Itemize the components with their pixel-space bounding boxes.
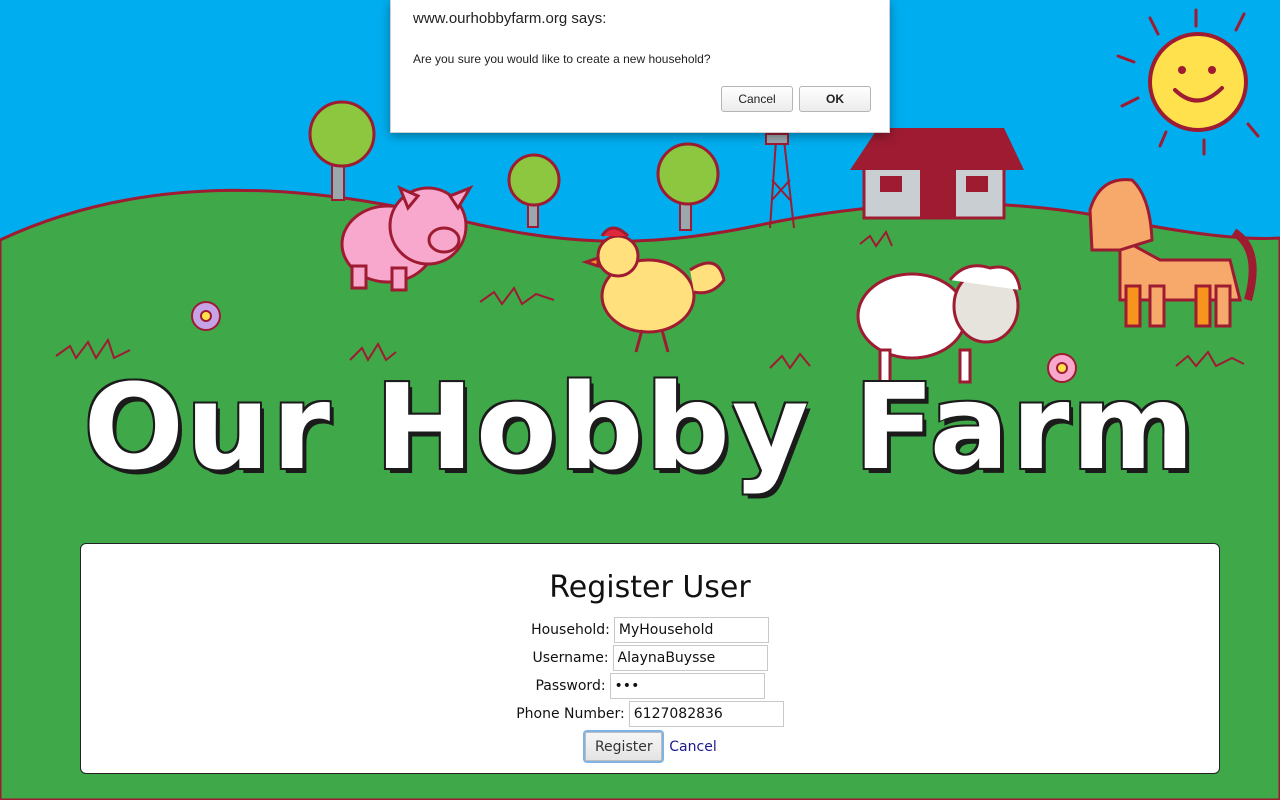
phone-row: Phone Number:: [81, 701, 1219, 727]
phone-input[interactable]: [628, 701, 784, 727]
household-row: Household:: [81, 617, 1219, 643]
username-label: Username:: [532, 650, 609, 666]
dialog-message: Are you sure you would like to create a …: [413, 52, 711, 66]
register-panel: Register User Household: Username: Passw…: [80, 543, 1220, 774]
username-input[interactable]: [612, 645, 768, 671]
phone-label: Phone Number:: [516, 706, 625, 722]
household-input[interactable]: [613, 617, 769, 643]
dialog-cancel-button[interactable]: Cancel: [721, 86, 793, 112]
register-button[interactable]: Register: [583, 730, 665, 763]
household-label: Household:: [531, 622, 610, 638]
password-row: Password:: [81, 673, 1219, 699]
barn-icon: [850, 128, 1024, 220]
username-row: Username:: [81, 645, 1219, 671]
dialog-ok-button[interactable]: OK: [799, 86, 871, 112]
dialog-origin: www.ourhobbyfarm.org says:: [413, 10, 607, 27]
confirm-dialog: www.ourhobbyfarm.org says: Are you sure …: [390, 0, 890, 133]
form-actions: Register Cancel: [81, 730, 1219, 763]
flower-icon: [191, 301, 221, 331]
password-label: Password:: [535, 678, 606, 694]
password-input[interactable]: [609, 673, 765, 699]
register-title: Register User: [549, 570, 751, 605]
site-title: Our Hobby Farm: [83, 358, 1197, 496]
cancel-link[interactable]: Cancel: [669, 739, 716, 755]
